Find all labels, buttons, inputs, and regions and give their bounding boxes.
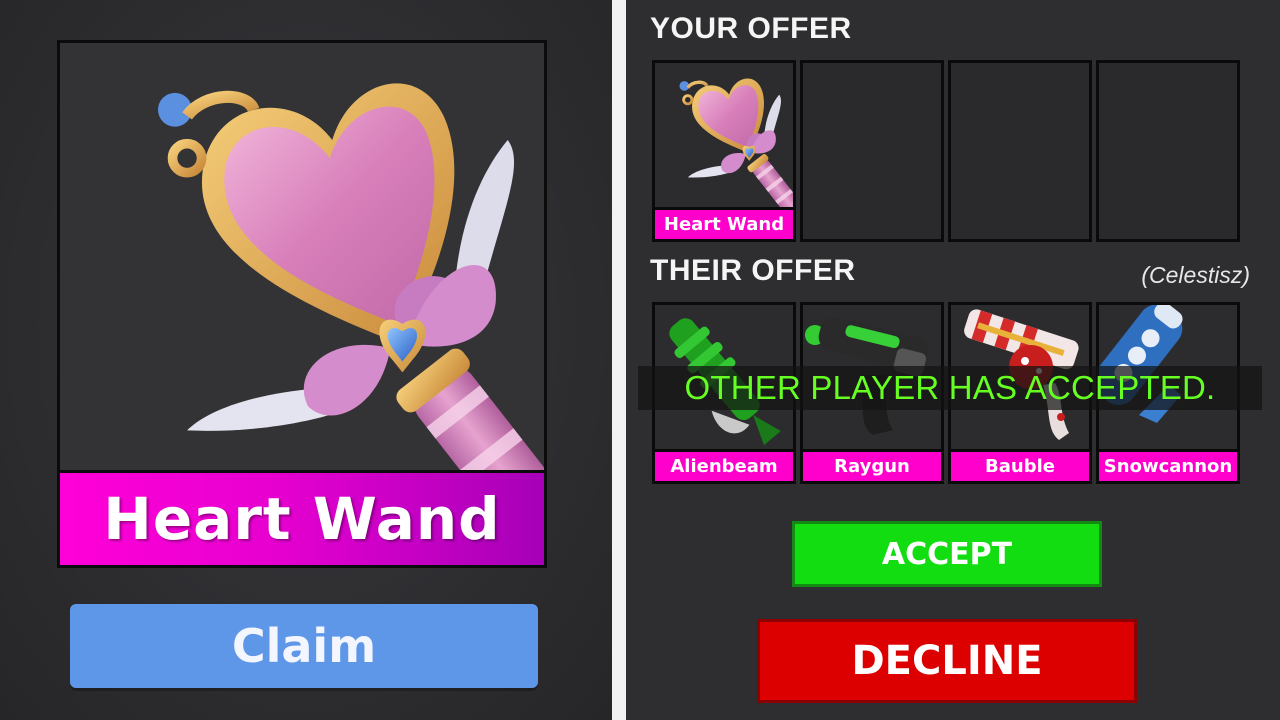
your-offer-title: YOUR OFFER [650,12,852,45]
item-name: Heart Wand [103,485,501,553]
your-offer-slot-empty[interactable] [948,60,1092,242]
slot-item-label: Alienbeam [655,449,793,481]
your-offer-slots: Heart Wand [652,60,1240,242]
your-offer-slot-empty[interactable] [1096,60,1240,242]
heart-wand-icon [677,76,793,209]
item-card: Heart Wand [57,40,547,568]
claim-button[interactable]: Claim [70,604,538,688]
heart-wand-icon [60,43,544,473]
their-offer-title: THEIR OFFER [650,254,856,287]
trade-status-message: OTHER PLAYER HAS ACCEPTED. [684,369,1216,406]
trade-status-banner: OTHER PLAYER HAS ACCEPTED. [638,366,1262,410]
slot-item-label: Raygun [803,449,941,481]
item-name-bar: Heart Wand [60,470,544,565]
your-offer-slot-empty[interactable] [800,60,944,242]
trade-panel: YOUR OFFER Heart Wand THEIR OFFER (Celes… [626,0,1280,720]
slot-item-label: Heart Wand [655,207,793,239]
trade-partner-name: (Celestisz) [1141,262,1250,288]
slot-item-label: Bauble [951,449,1089,481]
accept-button[interactable]: ACCEPT [792,521,1102,587]
slot-item-label: Snowcannon [1099,449,1237,481]
item-showcase-panel: Heart Wand Claim [0,0,612,720]
decline-button-label: DECLINE [851,638,1043,684]
claim-button-label: Claim [231,619,377,673]
your-offer-slot[interactable]: Heart Wand [652,60,796,242]
panel-divider [612,0,626,720]
accept-button-label: ACCEPT [881,536,1013,572]
decline-button[interactable]: DECLINE [757,619,1137,703]
